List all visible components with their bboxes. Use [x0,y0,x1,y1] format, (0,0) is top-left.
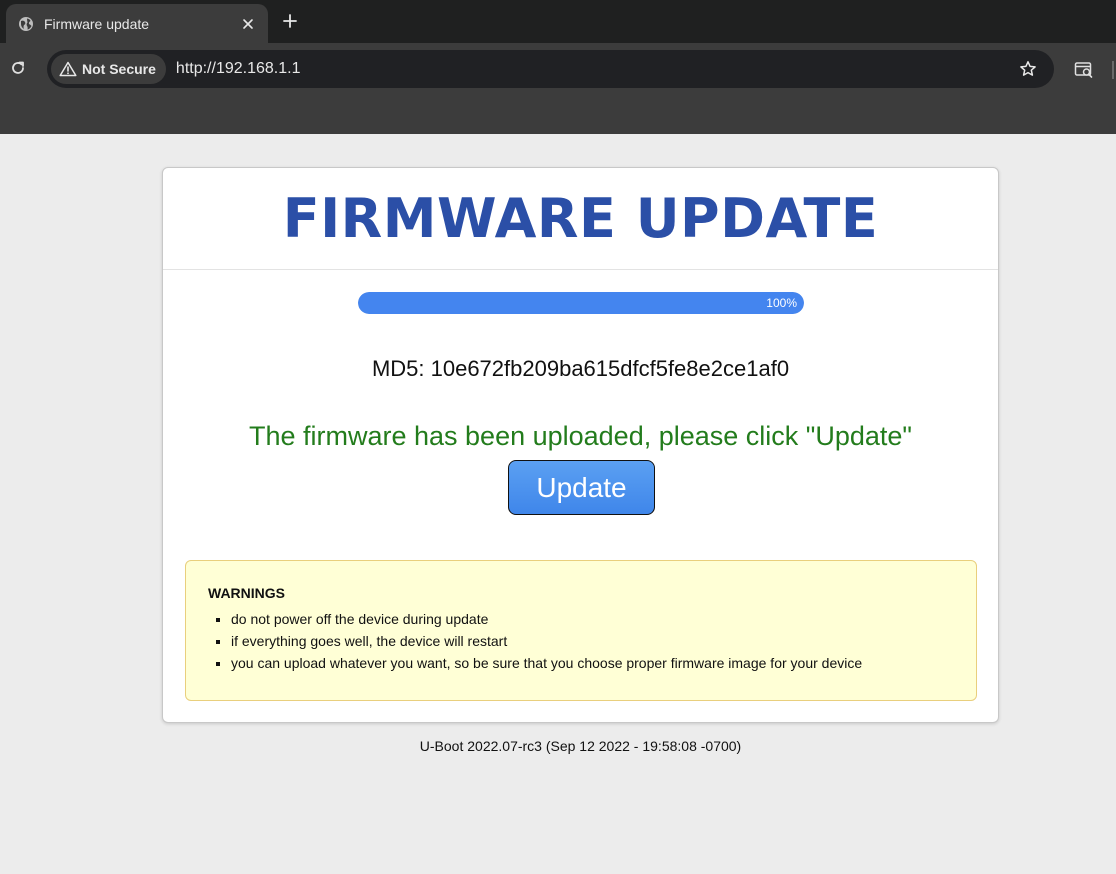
firmware-update-card: FIRMWARE UPDATE 100% MD5: 10e672fb209ba6… [162,167,999,723]
upload-status-message: The firmware has been uploaded, please c… [248,421,913,451]
star-icon[interactable] [1016,57,1040,81]
page-title: FIRMWARE UPDATE [282,187,879,250]
plus-icon[interactable] [278,9,302,33]
reload-icon[interactable] [7,57,29,79]
globe-icon [18,16,34,32]
list-item: you can upload whatever you want, so be … [231,652,954,674]
card-header: FIRMWARE UPDATE [163,168,998,270]
url-text[interactable]: http://192.168.1.1 [176,60,1016,78]
tab-firmware-update[interactable]: Firmware update [6,4,268,43]
list-item: do not power off the device during updat… [231,608,954,630]
update-button[interactable]: Update [508,460,655,515]
tab-title: Firmware update [44,15,150,32]
browser-chrome: Firmware update Not Secure http://192.16… [0,0,1116,134]
toolbar-divider [1112,61,1114,79]
upload-progress-bar: 100% [358,292,804,314]
progress-fill: 100% [358,292,804,314]
warnings-list: do not power off the device during updat… [208,608,954,674]
browser-toolbar: Not Secure http://192.168.1.1 [0,43,1116,95]
md5-checksum: MD5: 10e672fb209ba615dfcf5fe8e2ce1af0 [371,356,790,381]
progress-label: 100% [766,296,797,310]
close-icon[interactable] [238,14,258,34]
security-label: Not Secure [82,61,156,77]
warnings-box: WARNINGS do not power off the device dur… [185,560,977,701]
version-footer: U-Boot 2022.07-rc3 (Sep 12 2022 - 19:58:… [419,738,742,754]
warnings-title: WARNINGS [208,585,285,601]
tab-strip: Firmware update [0,0,1116,43]
address-bar[interactable]: Not Secure http://192.168.1.1 [47,50,1054,88]
warning-triangle-icon [59,60,77,78]
tab-search-icon[interactable] [1072,58,1096,82]
security-indicator[interactable]: Not Secure [51,54,166,84]
list-item: if everything goes well, the device will… [231,630,954,652]
